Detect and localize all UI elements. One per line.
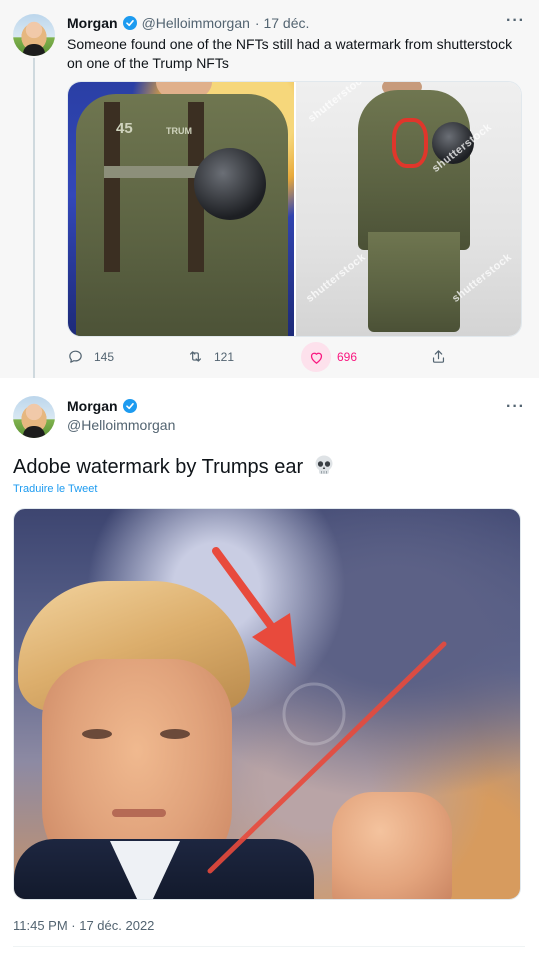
author-name[interactable]: Morgan <box>67 398 118 414</box>
flight-suit-patch: 45 <box>116 120 133 137</box>
translate-link[interactable]: Traduire le Tweet <box>13 483 97 495</box>
like-count: 696 <box>337 350 358 364</box>
like-button[interactable]: 696 <box>301 342 357 372</box>
annotation-line <box>207 641 447 874</box>
adobe-watermark-mark <box>282 682 346 746</box>
share-icon <box>432 350 445 363</box>
more-icon[interactable]: ··· <box>506 12 525 30</box>
main-tweet[interactable]: Morgan @Helloimmorgan ··· Adobe watermar… <box>0 378 539 953</box>
reply-icon <box>69 350 82 363</box>
tweet-text: Adobe watermark by Trumps ear <box>13 454 335 482</box>
reply-button[interactable]: 145 <box>67 348 114 365</box>
nft-image[interactable]: 45 TRUM <box>68 82 294 336</box>
avatar[interactable] <box>13 396 55 438</box>
tweet-text: Someone found one of the NFTs still had … <box>67 36 513 71</box>
tweet-media-grid[interactable]: 45 TRUM shutterstock shutterstock shutte… <box>67 81 522 337</box>
annotation-overlay <box>207 547 447 874</box>
author-handle[interactable]: @Helloimmorgan <box>142 15 250 31</box>
shutterstock-image[interactable]: shutterstock shutterstock shutterstock s… <box>296 82 521 336</box>
tweet-text-content: Adobe watermark by Trumps ear <box>13 456 304 478</box>
tweet-date[interactable]: · 17 déc. <box>255 15 309 31</box>
parent-tweet[interactable]: Morgan @Helloimmorgan · 17 déc. ··· Some… <box>0 0 539 394</box>
verified-badge-icon <box>122 16 137 30</box>
retweet-icon <box>189 351 202 362</box>
author-row: Morgan @Helloimmorgan · 17 déc. <box>67 15 309 31</box>
thread-connector-line <box>33 58 35 394</box>
tweet-timestamp[interactable]: 11:45 PM · 17 déc. 2022 <box>13 918 154 933</box>
flight-suit-nametag: TRUM <box>166 126 192 136</box>
verified-badge-icon <box>122 399 137 413</box>
tweet-image[interactable] <box>13 508 521 900</box>
author-row: Morgan <box>67 398 137 414</box>
tweet-actions: 145 121 696 <box>67 342 467 372</box>
retweet-button[interactable]: 121 <box>187 348 234 365</box>
skull-emoji-icon <box>313 454 335 482</box>
divider <box>13 946 525 947</box>
avatar[interactable] <box>13 14 55 56</box>
more-icon[interactable]: ··· <box>506 398 525 416</box>
annotation-arrowhead <box>252 613 296 667</box>
share-button[interactable] <box>430 348 447 365</box>
reply-count: 145 <box>94 349 115 364</box>
watermark-text: shutterstock <box>303 251 369 305</box>
author-name[interactable]: Morgan <box>67 15 118 31</box>
highlight-circle <box>392 118 428 168</box>
heart-icon <box>310 352 322 364</box>
retweet-count: 121 <box>214 349 235 364</box>
author-handle[interactable]: @Helloimmorgan <box>67 417 175 433</box>
